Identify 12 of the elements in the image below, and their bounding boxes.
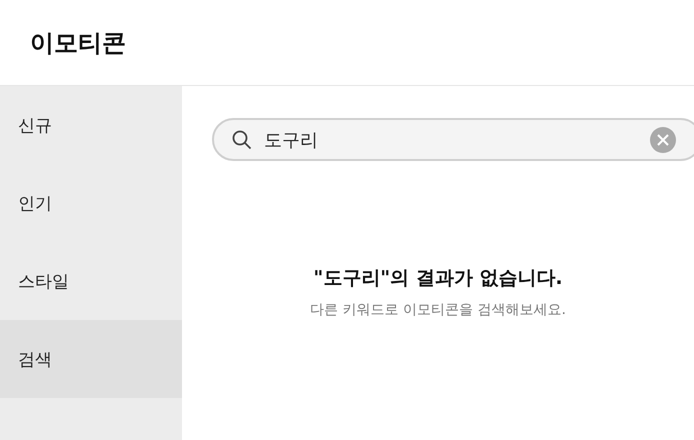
- search-icon: [232, 130, 252, 150]
- sidebar-item[interactable]: 신규: [0, 86, 182, 164]
- search-input[interactable]: 도구리: [264, 129, 638, 150]
- search-field[interactable]: 도구리: [212, 118, 694, 161]
- close-icon: [657, 134, 669, 146]
- clear-button[interactable]: [650, 126, 676, 152]
- sidebar-item[interactable]: 인기: [0, 164, 182, 242]
- page-title: 이모티콘: [30, 28, 126, 58]
- sidebar-item[interactable]: 검색: [0, 320, 182, 398]
- empty-message: 다른 키워드로 이모티콘을 검색해보세요.: [310, 301, 566, 319]
- empty-title: "도구리"의 결과가 없습니다.: [313, 266, 563, 291]
- sidebar-item[interactable]: 스타일: [0, 242, 182, 320]
